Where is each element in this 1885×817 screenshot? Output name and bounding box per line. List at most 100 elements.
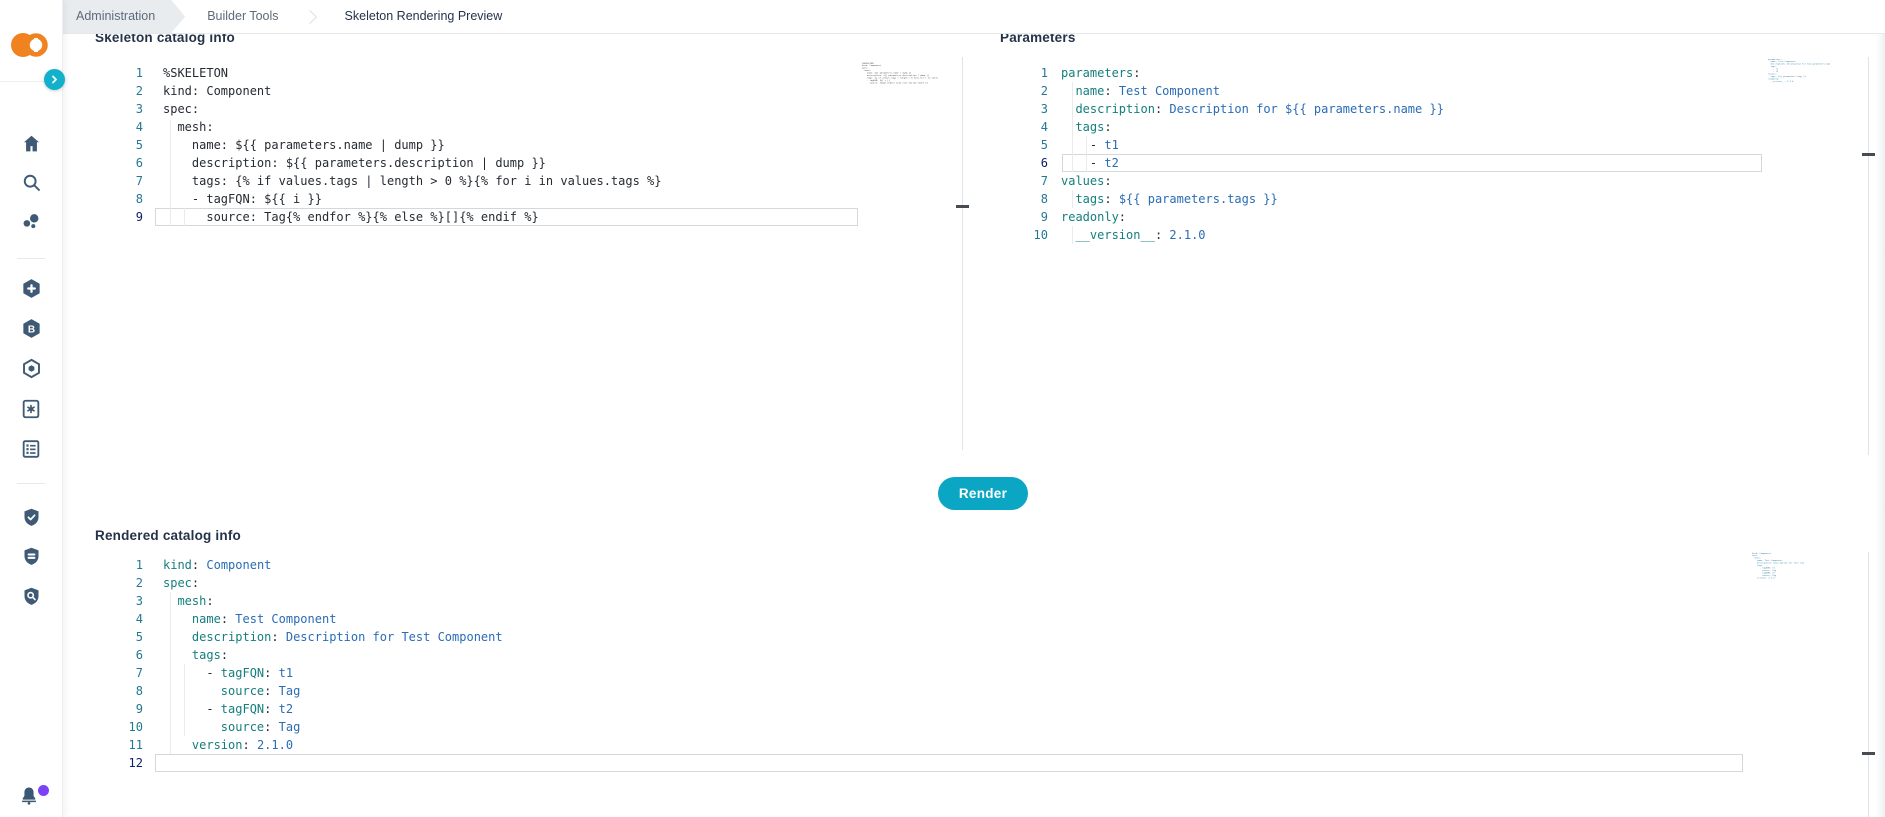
notification-badge	[38, 785, 49, 796]
sidebar-item-builder[interactable]: B	[19, 316, 43, 340]
code-line[interactable]: 10 source: Tag	[95, 718, 301, 736]
sidebar-divider	[17, 483, 45, 484]
code-line[interactable]: 8 source: Tag	[95, 682, 301, 700]
sidebar-item-search[interactable]	[19, 170, 43, 194]
line-number: 5	[135, 630, 143, 644]
breadcrumb-current-page: Skeleton Rendering Preview	[344, 9, 503, 23]
overview-ruler[interactable]	[962, 57, 963, 450]
code-line[interactable]: 2 spec:	[95, 574, 199, 592]
overview-ruler[interactable]	[1868, 57, 1869, 455]
code-line[interactable]: 6 tags:	[95, 646, 228, 664]
shield-check-icon	[24, 508, 38, 526]
sidebar-item-audit[interactable]	[19, 584, 43, 608]
sidebar-item-policies[interactable]	[19, 397, 43, 421]
code-line[interactable]: 5 description: Description for Test Comp…	[95, 628, 503, 646]
sidebar-item-mesh[interactable]	[19, 356, 43, 380]
line-number: 9	[135, 702, 143, 716]
sidebar-item-governance[interactable]	[19, 505, 43, 529]
line-number: 3	[1040, 102, 1048, 116]
overview-ruler-cursor-marker	[1862, 752, 1875, 755]
code-line[interactable]: 11 version: 2.1.0	[95, 736, 294, 754]
code-line[interactable]: 3 spec:	[95, 100, 199, 118]
line-number: 1	[135, 66, 143, 80]
indent-guide	[170, 592, 171, 754]
line-number: 3	[135, 102, 143, 116]
line-number: 8	[1040, 192, 1048, 206]
panel-title-rendered: Rendered catalog info	[95, 528, 241, 543]
line-number: 8	[135, 684, 143, 698]
code-line[interactable]: 4 name: Test Component	[95, 610, 337, 628]
code-line[interactable]: 7 values:	[1000, 172, 1112, 190]
code-line[interactable]: 1 %SKELETON	[95, 64, 228, 82]
breadcrumb-builder-tools[interactable]: Builder Tools	[207, 0, 278, 33]
code-line[interactable]: 3 mesh:	[95, 592, 214, 610]
bell-icon	[21, 787, 37, 805]
shield-search-icon	[24, 587, 38, 605]
code-line[interactable]: 1 parameters:	[1000, 64, 1141, 82]
code-line[interactable]: 12	[95, 754, 163, 772]
line-number: 9	[1040, 210, 1048, 224]
code-line[interactable]: 5 name: ${{ parameters.name | dump }}	[95, 136, 445, 154]
current-line-highlight	[155, 754, 1743, 772]
code-line[interactable]: 2 name: Test Component	[1000, 82, 1220, 100]
overview-ruler[interactable]	[1868, 552, 1869, 817]
sidebar-item-catalog[interactable]	[19, 437, 43, 461]
line-number: 11	[128, 738, 143, 752]
line-number: 4	[135, 120, 143, 134]
home-icon	[23, 135, 39, 151]
current-line-highlight	[155, 208, 858, 226]
sidebar: B	[0, 0, 65, 817]
card-list-icon	[22, 440, 40, 458]
minimap-rendered[interactable]: kind: Component spec: mesh: name: Test C…	[1752, 552, 1804, 598]
sidebar-item-create[interactable]	[19, 276, 43, 300]
code-line[interactable]: 10 __version__: 2.1.0	[1000, 226, 1206, 244]
hexagon-outline-icon	[22, 358, 40, 378]
overview-ruler-cursor-marker	[1862, 153, 1875, 156]
shield-data-icon	[24, 547, 38, 565]
page-scrollbar[interactable]	[1876, 0, 1885, 817]
line-number: 7	[135, 666, 143, 680]
code-line[interactable]: 2 kind: Component	[95, 82, 272, 100]
overview-ruler-cursor-marker	[956, 205, 969, 208]
code-line[interactable]: 7 tags: {% if values.tags | length > 0 %…	[95, 172, 662, 190]
render-button[interactable]: Render	[938, 477, 1028, 510]
line-number: 4	[1040, 120, 1048, 134]
indent-guide	[184, 208, 185, 226]
code-line[interactable]: 7 - tagFQN: t1	[95, 664, 293, 682]
line-number: 10	[128, 720, 143, 734]
code-line[interactable]: 9 - tagFQN: t2	[95, 700, 293, 718]
minimap-skeleton[interactable]: %SKELETON kind: Component spec: mesh: na…	[862, 62, 938, 104]
code-line[interactable]: 8 - tagFQN: ${{ i }}	[95, 190, 322, 208]
line-number: 2	[1040, 84, 1048, 98]
code-line[interactable]: 8 tags: ${{ parameters.tags }}	[1000, 190, 1278, 208]
code-line[interactable]: 9 readonly:	[1000, 208, 1126, 226]
line-number: 12	[128, 756, 143, 770]
app-root: Administration Builder Tools Skeleton Re…	[0, 0, 1885, 817]
rendered-code-editor[interactable]: 1 kind: Component 2 spec: 3 mesh: 4 name: Tes…	[95, 556, 1885, 776]
code-line[interactable]: 4 tags:	[1000, 118, 1112, 136]
code-line[interactable]: 3 description: Description for ${{ param…	[1000, 100, 1444, 118]
app-logo-icon[interactable]	[10, 31, 50, 59]
code-line[interactable]: 6 description: ${{ parameters.descriptio…	[95, 154, 546, 172]
minimap-parameters[interactable]: parameters: name: Test Component descrip…	[1768, 58, 1830, 106]
breadcrumb-chevron-icon	[302, 9, 317, 24]
line-number: 5	[135, 138, 143, 152]
line-number: 6	[135, 648, 143, 662]
line-number: 1	[135, 558, 143, 572]
code-line[interactable]: 1 kind: Component	[95, 556, 272, 574]
cluster-dots-icon	[23, 214, 39, 229]
hexagon-plus-icon	[22, 278, 40, 298]
svg-text:B: B	[27, 324, 34, 335]
sidebar-divider	[17, 258, 45, 259]
sidebar-item-data-products[interactable]	[19, 544, 43, 568]
sidebar-item-home[interactable]	[19, 131, 43, 155]
line-number: 7	[1040, 174, 1048, 188]
sidebar-expand-button[interactable]	[44, 69, 65, 90]
sidebar-item-explore[interactable]	[19, 210, 43, 234]
breadcrumb-administration[interactable]: Administration	[62, 0, 185, 33]
line-number: 1	[1040, 66, 1048, 80]
code-line[interactable]: 4 mesh:	[95, 118, 214, 136]
code-line[interactable]: 5 - t1	[1000, 136, 1119, 154]
notifications-button[interactable]	[19, 784, 49, 808]
indent-guide	[170, 120, 171, 226]
